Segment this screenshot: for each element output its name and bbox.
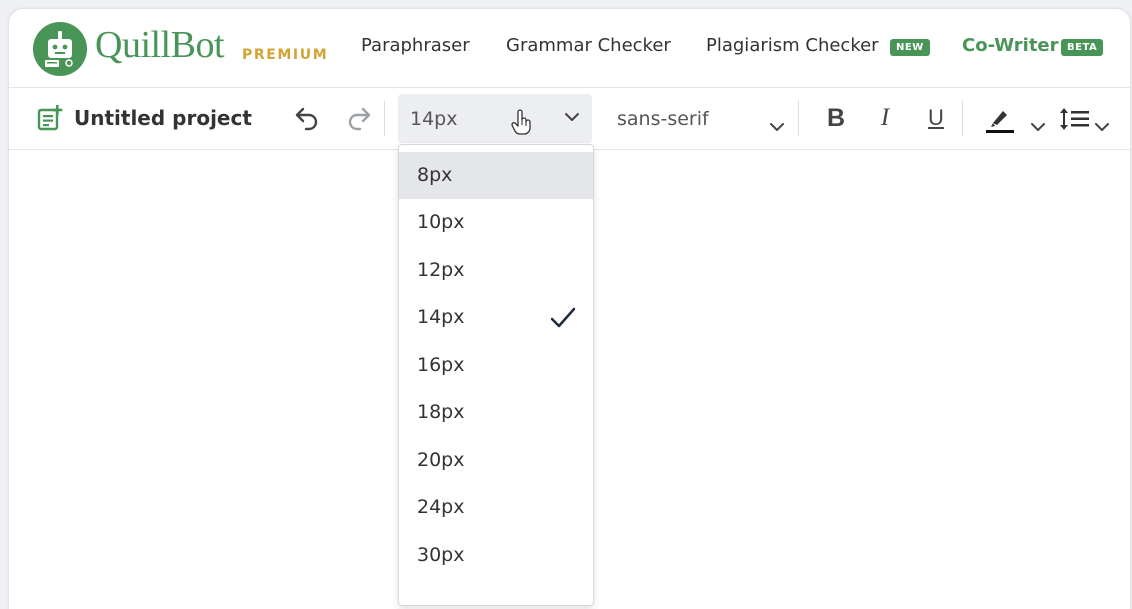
app-window: QuillBot PREMIUM Paraphraser Grammar Che…: [9, 9, 1130, 609]
option-label: 30px: [417, 544, 465, 566]
option-label: 20px: [417, 449, 465, 471]
toolbar-divider: [962, 100, 963, 136]
font-size-option-20px[interactable]: 20px: [399, 437, 593, 484]
project-title[interactable]: Untitled project: [74, 106, 252, 130]
nav-co-writer[interactable]: Co-Writer: [962, 35, 1059, 56]
font-size-option-14px[interactable]: 14px: [399, 294, 593, 341]
nav-grammar-checker[interactable]: Grammar Checker: [506, 35, 671, 56]
line-spacing-icon[interactable]: [1059, 105, 1091, 133]
checkmark-icon: [550, 307, 576, 328]
chevron-down-icon: [565, 113, 579, 121]
option-label: 10px: [417, 211, 465, 233]
font-size-option-24px[interactable]: 24px: [399, 484, 593, 531]
option-label: 24px: [417, 496, 465, 518]
new-badge: NEW: [890, 39, 930, 56]
top-navigation: QuillBot PREMIUM Paraphraser Grammar Che…: [9, 9, 1130, 88]
nav-paraphraser[interactable]: Paraphraser: [361, 35, 470, 56]
toolbar-divider: [798, 100, 799, 136]
quillbot-logo-icon[interactable]: [33, 22, 87, 76]
option-label: 18px: [417, 401, 465, 423]
chevron-down-icon[interactable]: [1094, 121, 1110, 133]
font-size-option-12px[interactable]: 12px: [399, 247, 593, 294]
font-size-option-10px[interactable]: 10px: [399, 199, 593, 246]
brand-name[interactable]: QuillBot: [95, 23, 225, 67]
font-size-value: 14px: [410, 108, 458, 130]
premium-label: PREMIUM: [242, 47, 329, 63]
font-size-option-16px[interactable]: 16px: [399, 342, 593, 389]
chevron-down-icon[interactable]: [769, 121, 785, 133]
beta-badge: BETA: [1061, 39, 1104, 56]
option-label: 14px: [417, 306, 465, 328]
font-size-option-8px[interactable]: 8px: [399, 152, 593, 199]
italic-button[interactable]: I: [868, 100, 902, 136]
new-document-icon[interactable]: [36, 104, 64, 132]
font-size-option-18px[interactable]: 18px: [399, 389, 593, 436]
nav-plagiarism-checker[interactable]: Plagiarism Checker: [706, 35, 879, 56]
editor-toolbar: Untitled project 14px sans-serif B I U: [9, 88, 1130, 150]
font-size-dropdown: 8px 10px 12px 14px 16px 18px 20px 24px 3…: [398, 144, 594, 606]
option-label: 12px: [417, 259, 465, 281]
font-size-option-30px[interactable]: 30px: [399, 532, 593, 579]
toolbar-divider: [384, 100, 385, 136]
option-label: 16px: [417, 354, 465, 376]
chevron-down-icon[interactable]: [1030, 121, 1046, 133]
bold-button[interactable]: B: [819, 100, 853, 136]
font-size-select[interactable]: 14px: [398, 94, 592, 143]
redo-icon[interactable]: [345, 104, 373, 132]
font-family-select[interactable]: sans-serif: [617, 108, 709, 130]
highlighter-icon[interactable]: [984, 103, 1016, 135]
hand-cursor-icon: [511, 109, 531, 135]
undo-icon[interactable]: [293, 104, 321, 132]
underline-button[interactable]: U: [919, 100, 953, 136]
option-label: 8px: [417, 164, 453, 186]
